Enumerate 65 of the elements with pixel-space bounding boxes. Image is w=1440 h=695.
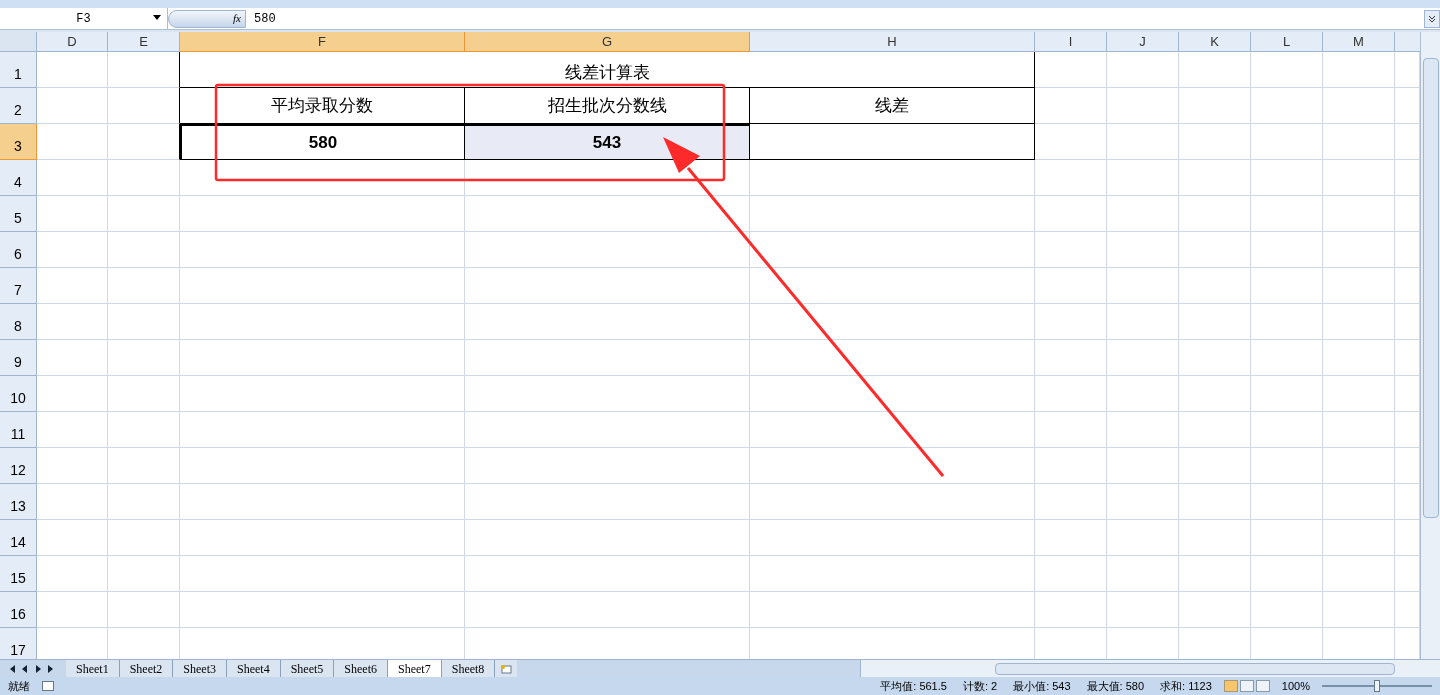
row-header[interactable]: 7 <box>0 268 37 304</box>
row-header[interactable]: 9 <box>0 340 37 376</box>
horizontal-scrollbar[interactable] <box>860 660 1440 677</box>
sheet-tab[interactable]: Sheet7 <box>388 660 442 677</box>
column-header[interactable]: I <box>1035 32 1107 52</box>
sheet-tab[interactable]: Sheet1 <box>66 660 120 677</box>
column-header[interactable]: M <box>1323 32 1395 52</box>
zoom-level[interactable]: 100% <box>1281 677 1310 695</box>
status-stat: 计数: 2 <box>962 678 998 694</box>
column-header[interactable]: L <box>1251 32 1323 52</box>
status-stat: 求和: 1123 <box>1160 678 1212 694</box>
row-header[interactable]: 4 <box>0 160 37 196</box>
row-header[interactable]: 2 <box>0 88 37 124</box>
sheet-tab[interactable]: Sheet2 <box>119 660 174 677</box>
table-cell-text: 580 <box>308 131 338 154</box>
sheet-tab[interactable]: Sheet4 <box>227 660 281 677</box>
select-all-button[interactable] <box>0 32 37 52</box>
sheet-tab[interactable]: Sheet5 <box>280 660 335 677</box>
scroll-thumb[interactable] <box>1422 58 1439 518</box>
name-box[interactable]: F3 <box>0 8 168 29</box>
column-header[interactable]: D <box>37 32 108 52</box>
dropdown-icon[interactable] <box>153 15 161 20</box>
row-header[interactable]: 3 <box>0 124 37 160</box>
page-layout-icon[interactable] <box>1239 680 1254 692</box>
column-header[interactable]: J <box>1107 32 1179 52</box>
slider-thumb[interactable] <box>1374 680 1380 692</box>
row-header[interactable]: 13 <box>0 484 37 520</box>
row-header[interactable]: 5 <box>0 196 37 232</box>
row-header[interactable]: 16 <box>0 592 37 628</box>
row-header[interactable]: 14 <box>0 520 37 556</box>
column-header[interactable]: E <box>108 32 180 52</box>
sheet-tab[interactable]: Sheet8 <box>441 660 496 677</box>
zoom-slider[interactable] <box>1322 680 1432 692</box>
row-header[interactable]: 1 <box>0 52 37 88</box>
new-sheet-icon[interactable] <box>495 660 518 677</box>
status-stat: 平均值: 561.5 <box>880 678 947 694</box>
column-heading: 平均录取分数 <box>271 94 373 117</box>
status-text: 就绪 <box>8 678 30 694</box>
status-stat: 最大值: 580 <box>1086 678 1145 694</box>
scroll-thumb[interactable] <box>995 662 1395 675</box>
table-cell-text: 543 <box>592 131 622 154</box>
column-heading: 线差 <box>875 94 909 117</box>
column-header[interactable]: F <box>180 32 465 52</box>
status-stat: 最小值: 543 <box>1013 678 1071 694</box>
page-break-icon[interactable] <box>1255 680 1270 692</box>
formula-field[interactable]: 580 <box>246 8 1424 29</box>
row-header[interactable]: 15 <box>0 556 37 592</box>
formula-button[interactable]: fx <box>168 9 246 28</box>
row-header[interactable]: 17 <box>0 628 37 659</box>
row-header[interactable]: 6 <box>0 232 37 268</box>
macro-icon[interactable] <box>42 681 54 691</box>
row-header[interactable]: 12 <box>0 448 37 484</box>
column-header[interactable]: K <box>1179 32 1251 52</box>
column-header[interactable]: G <box>465 32 750 52</box>
expand-icon[interactable] <box>1424 9 1440 28</box>
table-title: 线差计算表 <box>564 61 650 84</box>
normal-view-icon[interactable] <box>1223 680 1238 692</box>
row-header[interactable]: 11 <box>0 412 37 448</box>
sheet-tab[interactable]: Sheet6 <box>334 660 389 677</box>
vertical-scrollbar[interactable] <box>1420 32 1440 659</box>
row-header[interactable]: 10 <box>0 376 37 412</box>
column-header[interactable]: H <box>750 32 1035 52</box>
column-heading: 招生批次分数线 <box>547 94 667 117</box>
row-header[interactable]: 8 <box>0 304 37 340</box>
sheet-tab[interactable]: Sheet3 <box>173 660 227 677</box>
